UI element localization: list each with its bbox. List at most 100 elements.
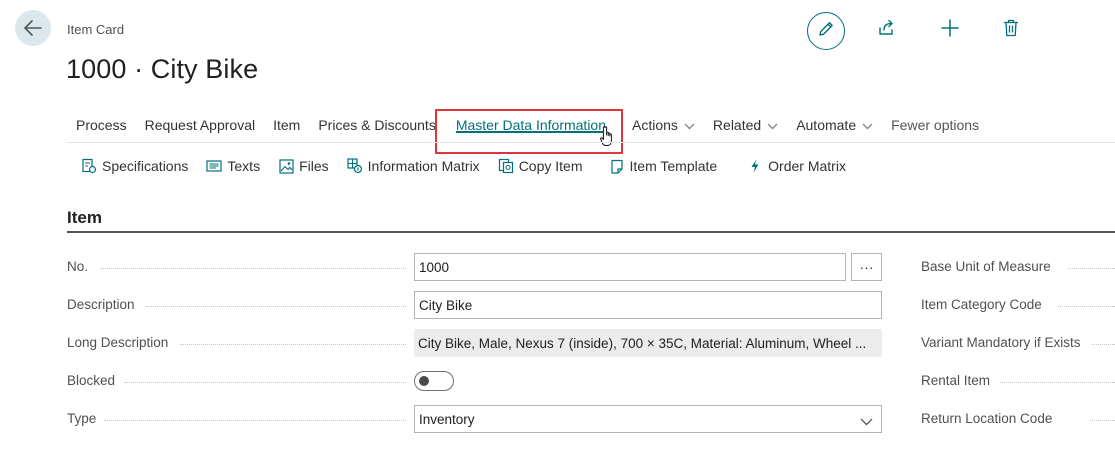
active-underline: [455, 131, 606, 133]
dotted-leader: [1092, 344, 1115, 345]
section-title: Item: [67, 208, 102, 227]
sub-action-label: Files: [299, 158, 329, 174]
dotted-leader: [1058, 306, 1115, 307]
label-text: Return Location Code: [921, 411, 1053, 426]
edit-icon: [817, 20, 835, 43]
action-fewer-options[interactable]: Fewer options: [882, 108, 988, 142]
action-related[interactable]: Related: [704, 108, 787, 142]
label-text: Variant Mandatory if Exists: [921, 335, 1081, 350]
action-label: Request Approval: [144, 117, 256, 133]
action-label: Related: [712, 117, 762, 133]
field-label-return-location-code: Return Location Code: [921, 411, 1052, 426]
sub-action-order-matrix[interactable]: Order Matrix: [738, 150, 855, 182]
field-value: Inventory: [419, 411, 475, 427]
arrow-left-icon: [24, 20, 42, 36]
back-button[interactable]: [15, 10, 51, 46]
ellipsis-icon: ···: [859, 259, 874, 275]
label-text: Long Description: [67, 335, 169, 350]
action-label: Process: [76, 117, 127, 133]
field-label-type: Type: [67, 411, 96, 426]
dotted-leader: [104, 420, 406, 421]
field-label-item-category-code: Item Category Code: [921, 297, 1042, 312]
chevron-down-icon: [684, 117, 695, 133]
sub-action-label: Item Template: [629, 158, 718, 174]
chevron-down-icon: [862, 117, 873, 133]
action-label: Automate: [796, 117, 857, 133]
dotted-leader: [1090, 420, 1115, 421]
action-bar: Process Request Approval Item Prices & D…: [67, 108, 988, 142]
copy-icon: [498, 158, 514, 174]
action-prices-discounts[interactable]: Prices & Discounts: [309, 108, 444, 142]
no-field[interactable]: 1000: [414, 253, 846, 281]
sub-action-label: Copy Item: [518, 158, 583, 174]
field-label-blocked: Blocked: [67, 373, 115, 388]
label-text: Type: [67, 411, 97, 426]
label-text: No.: [67, 259, 89, 274]
action-item[interactable]: Item: [264, 108, 309, 142]
label-text: Blocked: [67, 373, 116, 388]
action-actions[interactable]: Actions: [623, 108, 704, 142]
field-label-long-description: Long Description: [67, 335, 168, 350]
new-button[interactable]: [940, 18, 960, 42]
toggle-knob: [419, 376, 429, 386]
sub-action-item-template[interactable]: Item Template: [600, 150, 727, 182]
assist-edit-button[interactable]: ···: [851, 253, 882, 281]
dotted-leader: [100, 268, 406, 269]
action-process[interactable]: Process: [67, 108, 136, 142]
field-label-no: No.: [67, 259, 88, 274]
page-title: 1000 · City Bike: [66, 54, 259, 84]
field-label-base-unit-of-measure: Base Unit of Measure: [921, 259, 1051, 274]
action-label: Item: [273, 117, 301, 133]
action-label: Actions: [632, 117, 678, 133]
description-field[interactable]: City Bike: [414, 291, 882, 319]
action-label: Fewer options: [891, 117, 980, 133]
sub-action-bar: Specifications Texts Files Information M…: [72, 150, 855, 182]
plus-icon: [941, 18, 959, 42]
files-icon: [278, 158, 294, 174]
texts-icon: [206, 158, 222, 174]
breadcrumb: Item Card: [67, 22, 125, 37]
edit-button[interactable]: [807, 12, 845, 50]
action-master-data-information[interactable]: Master Data Information: [447, 108, 615, 142]
section-rule: [67, 231, 1115, 233]
field-label-description: Description: [67, 297, 135, 312]
top-actions: [807, 12, 845, 50]
sub-action-copy-item[interactable]: Copy Item: [489, 150, 592, 182]
sub-action-label: Information Matrix: [367, 158, 480, 174]
matrix-icon: [347, 158, 363, 174]
delete-icon: [1003, 19, 1019, 42]
field-value: City Bike, Male, Nexus 7 (inside), 700 ×…: [418, 335, 867, 351]
label-text: Rental Item: [921, 373, 991, 388]
action-request-approval[interactable]: Request Approval: [136, 108, 265, 142]
field-value: City Bike: [419, 297, 473, 313]
action-automate[interactable]: Automate: [787, 108, 882, 142]
delete-button[interactable]: [1001, 19, 1021, 42]
chevron-down-icon: [860, 414, 873, 429]
label-text: Description: [67, 297, 135, 312]
sub-action-information-matrix[interactable]: Information Matrix: [338, 150, 489, 182]
dotted-leader: [1068, 268, 1115, 269]
sub-action-label: Texts: [227, 158, 261, 174]
long-description-field[interactable]: City Bike, Male, Nexus 7 (inside), 700 ×…: [414, 329, 882, 357]
share-icon: [878, 19, 896, 42]
lightning-icon: [747, 158, 763, 174]
sub-action-files[interactable]: Files: [269, 150, 338, 182]
sub-action-texts[interactable]: Texts: [197, 150, 269, 182]
field-label-variant-mandatory: Variant Mandatory if Exists: [921, 335, 1081, 350]
share-button[interactable]: [877, 19, 897, 42]
sub-action-label: Order Matrix: [768, 158, 846, 174]
label-text: Item Category Code: [921, 297, 1042, 312]
dotted-leader: [180, 344, 406, 345]
sub-action-label: Specifications: [102, 158, 189, 174]
blocked-toggle[interactable]: [414, 371, 454, 391]
chevron-down-icon: [767, 117, 778, 133]
specifications-icon: [81, 158, 97, 174]
template-icon: [609, 158, 625, 174]
label-text: Base Unit of Measure: [921, 259, 1051, 274]
type-select[interactable]: Inventory: [414, 405, 882, 433]
sub-action-specifications[interactable]: Specifications: [72, 150, 197, 182]
dotted-leader: [146, 306, 406, 307]
dotted-leader: [1000, 382, 1115, 383]
field-value: 1000: [419, 259, 450, 275]
action-label: Prices & Discounts: [318, 117, 436, 133]
